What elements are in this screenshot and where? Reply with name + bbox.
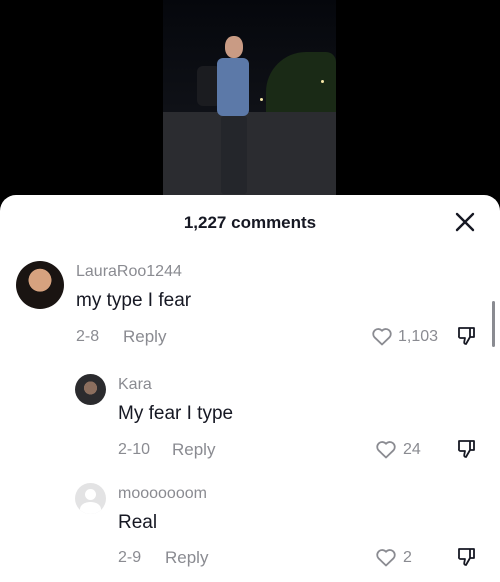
dislike-button[interactable] (455, 437, 479, 461)
comment-text: my type I fear (76, 290, 192, 311)
reply-button[interactable]: Reply (123, 327, 166, 347)
video-street-light (260, 98, 263, 101)
comment-text: Real (118, 512, 158, 533)
like-button[interactable] (370, 324, 394, 348)
avatar[interactable] (16, 261, 64, 309)
video-person-head (225, 36, 243, 58)
like-count: 1,103 (398, 328, 439, 345)
heart-icon (372, 328, 392, 346)
thumbs-down-icon (458, 548, 475, 566)
thumbs-down-icon (458, 440, 475, 458)
dislike-button[interactable] (455, 324, 479, 348)
close-button[interactable] (452, 209, 478, 235)
dislike-button[interactable] (455, 545, 479, 569)
comment-username[interactable]: LauraRoo1244 (76, 263, 182, 281)
like-button[interactable] (374, 437, 398, 461)
thumbs-down-icon (458, 327, 475, 345)
heart-icon (376, 549, 396, 567)
scrollbar[interactable] (492, 301, 495, 347)
comment-text: My fear I type (118, 403, 234, 424)
comments-count-title: 1,227 comments (183, 213, 317, 232)
avatar[interactable] (75, 374, 106, 405)
like-count: 2 (403, 549, 412, 566)
video-person-legs (221, 116, 247, 194)
default-avatar-body (80, 502, 101, 514)
comment-username[interactable]: Kara (118, 376, 152, 394)
like-count: 24 (403, 441, 421, 458)
comments-sheet: 1,227 comments LauraRoo1244 my type I fe… (0, 195, 500, 582)
default-avatar-head (85, 489, 96, 500)
comment-date: 2-8 (76, 328, 100, 345)
reply-button[interactable]: Reply (165, 548, 208, 568)
reply-button[interactable]: Reply (172, 440, 215, 460)
video-street-light (321, 80, 324, 83)
heart-icon (376, 441, 396, 459)
avatar[interactable] (75, 483, 106, 514)
comment-username[interactable]: mooooooom (118, 485, 207, 503)
video-person-shirt (217, 58, 249, 116)
comment-date: 2-10 (118, 441, 151, 458)
video-person (197, 36, 260, 196)
close-icon (455, 212, 475, 232)
comment-date: 2-9 (118, 549, 142, 566)
like-button[interactable] (374, 545, 398, 569)
